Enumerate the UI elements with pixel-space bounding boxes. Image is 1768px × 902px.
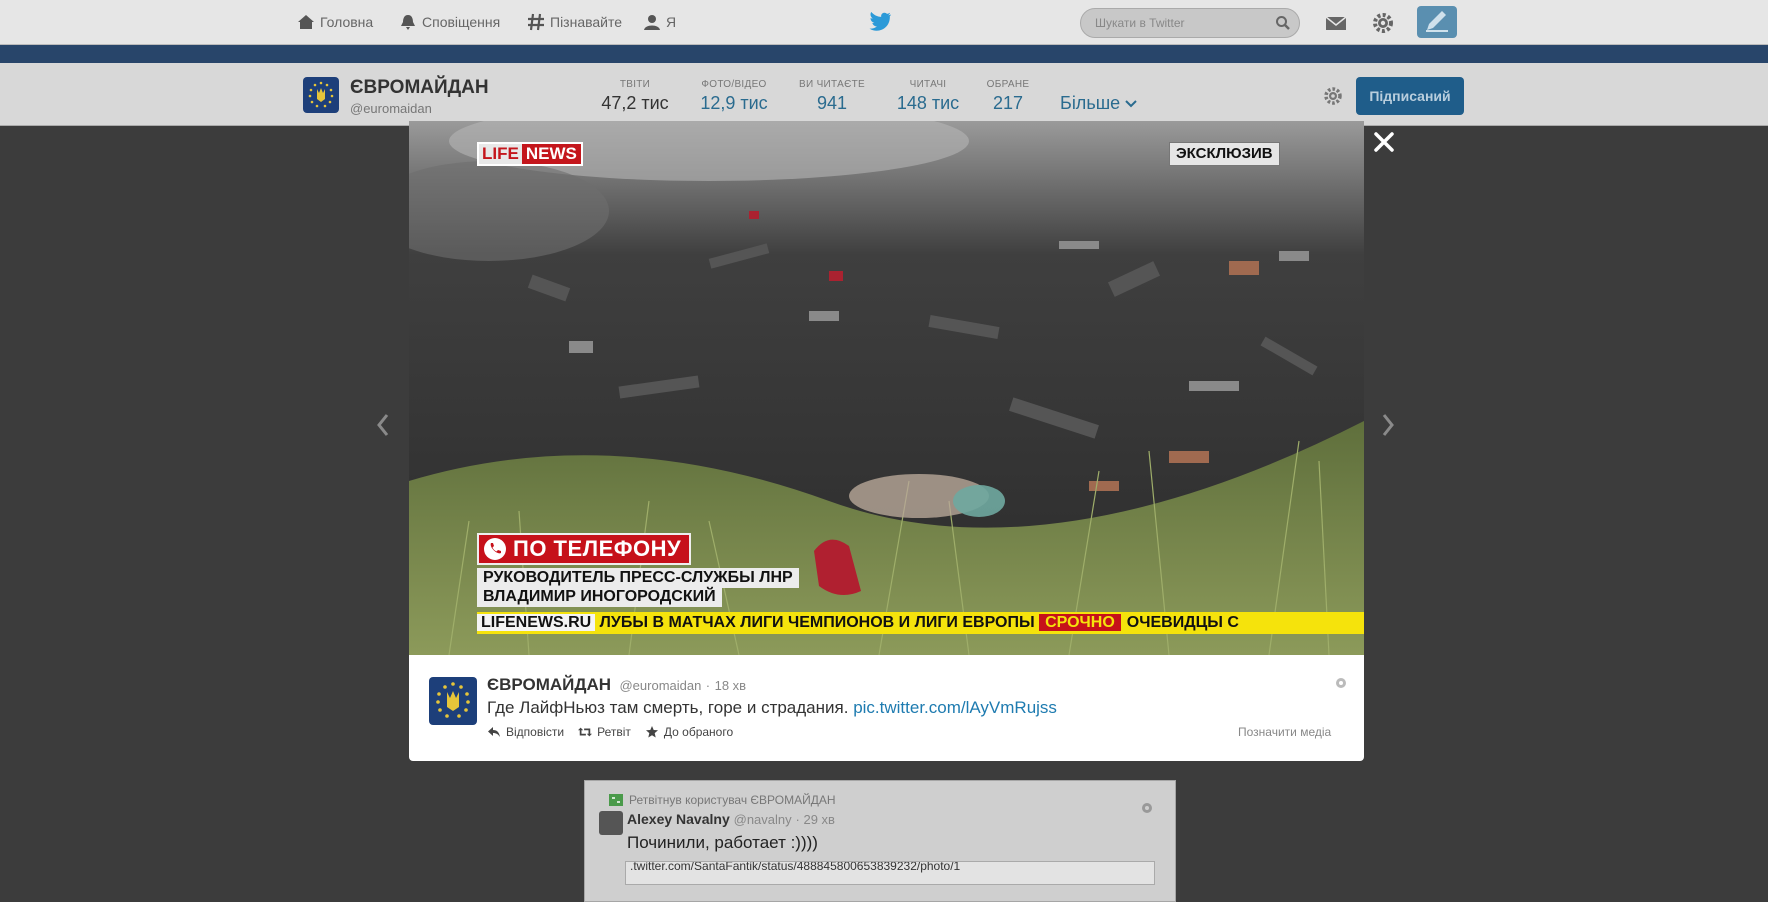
profile-gear-icon[interactable] — [1322, 85, 1344, 107]
tweet-body: Где ЛайфНьюз там смерть, горе и страдани… — [487, 698, 854, 717]
tweet-timestamp[interactable]: 18 хв — [715, 678, 746, 693]
tweet-media-link[interactable]: pic.twitter.com/lAyVmRujss — [853, 698, 1057, 717]
stat-label: Твіти — [619, 79, 651, 90]
ticker-tail: ОЧЕВИДЦЫ С — [1126, 614, 1239, 631]
previous-media-icon[interactable] — [375, 412, 391, 438]
nav-home-label: Головна — [320, 14, 374, 30]
avatar[interactable] — [599, 811, 623, 835]
by-phone-label: ПО ТЕЛЕФОНУ — [513, 536, 682, 561]
retweet-icon — [578, 727, 593, 737]
nav-notifications-label: Сповіщення — [422, 14, 501, 30]
tweet-text: Где ЛайфНьюз там смерть, горе и страдани… — [487, 698, 1057, 718]
stat-followers[interactable]: Читачі 148 тис — [893, 79, 963, 114]
direct-messages-icon[interactable] — [1323, 10, 1349, 36]
nav-me-label: Я — [666, 14, 677, 30]
top-navigation-bar: Головна Сповіщення Пізнавайте Я Шукати в… — [0, 0, 1768, 45]
stat-value: 47,2 тис — [601, 93, 669, 113]
tweet-gear-icon[interactable] — [1335, 677, 1347, 689]
nav-me[interactable]: Я — [642, 12, 676, 32]
avatar[interactable] — [429, 677, 477, 725]
stat-value: 12,9 тис — [700, 93, 768, 113]
home-icon — [298, 15, 314, 29]
nav-home[interactable]: Головна — [296, 12, 373, 32]
stat-label: Фото/відео — [701, 79, 767, 90]
stat-label: Обране — [986, 79, 1030, 90]
bg-tweet-name[interactable]: Alexey Navalny — [627, 811, 730, 827]
retweet-button[interactable]: Ретвіт — [578, 725, 631, 739]
stat-photos-videos[interactable]: Фото/відео 12,9 тис — [694, 79, 774, 114]
stat-label: Читачі — [909, 79, 947, 90]
more-dropdown[interactable]: Більше — [1060, 93, 1137, 114]
nav-notifications[interactable]: Сповіщення — [398, 12, 500, 32]
by-phone-banner: ПО ТЕЛЕФОНУ — [477, 533, 692, 565]
lifenews-logo-life: LIFE — [479, 144, 522, 164]
media-viewer-image: LIFE NEWS ЭКСКЛЮЗИВ ПО ТЕЛЕФОНУ РУКОВОДИ… — [409, 121, 1364, 655]
tweet-header: ЄВРОМАЙДАН @euromaidan · 18 хв — [487, 675, 746, 695]
stat-favorites[interactable]: Обране 217 — [978, 79, 1038, 114]
media-tweet-card: ЄВРОМАЙДАН @euromaidan · 18 хв Где ЛайфН… — [409, 655, 1364, 761]
stat-label: Ви читаєте — [799, 79, 865, 90]
nav-discover-label: Пізнавайте — [550, 14, 623, 30]
twitter-bird-icon[interactable] — [868, 12, 892, 32]
caption-line-2: ВЛАДИМИР ИНОГОРОДСКИЙ — [477, 587, 722, 607]
lifenews-logo: LIFE NEWS — [477, 142, 583, 166]
retweet-label: Ретвіт — [597, 725, 631, 739]
bg-tweet-link-preview[interactable]: .twitter.com/SantaFantik/status/48884580… — [625, 861, 1155, 885]
tweet-author-name[interactable]: ЄВРОМАЙДАН — [487, 675, 611, 694]
bg-tweet-gear-icon[interactable] — [1140, 801, 1154, 815]
user-icon — [644, 15, 660, 30]
profile-handle: @euromaidan — [350, 101, 432, 116]
bell-icon — [401, 15, 415, 30]
search-icon[interactable] — [1275, 15, 1291, 31]
profile-navigation-bar: ЄВРОМАЙДАН @euromaidan Твіти 47,2 тис Фо… — [0, 63, 1768, 126]
chevron-down-icon — [1125, 100, 1137, 108]
news-ticker: LIFENEWS.RU ЛУБЫ В МАТЧАХ ЛИГИ ЧЕМПИОНОВ… — [477, 612, 1364, 634]
exclusive-label: ЭКСКЛЮЗИВ — [1169, 142, 1280, 166]
compose-icon — [1426, 11, 1448, 32]
ticker-site: LIFENEWS.RU — [477, 614, 596, 631]
more-label: Більше — [1060, 93, 1121, 113]
stat-value: 148 тис — [896, 93, 960, 113]
retweet-icon — [609, 794, 623, 806]
star-icon — [645, 726, 658, 738]
profile-header-image — [0, 45, 1768, 63]
settings-gear-icon[interactable] — [1370, 10, 1396, 36]
ticker-urgent: СРОЧНО — [1039, 614, 1121, 631]
reply-label: Відповісти — [506, 725, 565, 739]
flag-media-link[interactable]: Позначити медіа — [1238, 725, 1331, 739]
stat-value: 217 — [992, 93, 1024, 113]
profile-name: ЄВРОМАЙДАН — [350, 77, 489, 98]
retweet-context-label: Ретвітнув користувач ЄВРОМАЙДАН — [629, 793, 836, 807]
bg-tweet-handle[interactable]: @navalny — [734, 812, 792, 827]
favorite-button[interactable]: До обраного — [645, 725, 733, 739]
bg-tweet-header: Alexey Navalny @navalny · 29 хв — [627, 811, 835, 827]
tweet-author-handle[interactable]: @euromaidan — [619, 678, 701, 693]
favorite-label: До обраного — [663, 725, 734, 739]
stat-value: 941 — [816, 93, 848, 113]
compose-tweet-button[interactable] — [1417, 6, 1457, 38]
search-placeholder: Шукати в Twitter — [1095, 16, 1185, 30]
bg-tweet-time[interactable]: · 29 хв — [796, 812, 835, 827]
stat-following[interactable]: Ви читаєте 941 — [792, 79, 872, 114]
tweet-separator: · — [705, 678, 711, 693]
hashtag-icon — [528, 13, 544, 31]
tweet-actions: Відповісти Ретвіт До обраного — [487, 725, 747, 739]
reply-icon — [488, 727, 500, 737]
caption-line-1: РУКОВОДИТЕЛЬ ПРЕСС-СЛУЖБЫ ЛНР — [477, 568, 799, 588]
profile-avatar[interactable] — [303, 77, 339, 113]
nav-discover[interactable]: Пізнавайте — [526, 12, 622, 32]
lifenews-logo-news: NEWS — [521, 144, 581, 164]
following-button[interactable]: Підписаний — [1356, 77, 1464, 115]
ticker-text: ЛУБЫ В МАТЧАХ ЛИГИ ЧЕМПИОНОВ И ЛИГИ ЕВРО… — [595, 614, 1040, 631]
bg-tweet-text: Починили, работает :)))) — [627, 833, 818, 852]
next-media-icon[interactable] — [1380, 412, 1396, 438]
background-tweet: Ретвітнув користувач ЄВРОМАЙДАН Alexey N… — [584, 780, 1176, 902]
stat-tweets[interactable]: Твіти 47,2 тис — [600, 79, 670, 114]
phone-icon — [484, 538, 506, 560]
search-input[interactable]: Шукати в Twitter — [1080, 8, 1300, 38]
retweet-context: Ретвітнув користувач ЄВРОМАЙДАН — [609, 793, 836, 807]
reply-button[interactable]: Відповісти — [487, 725, 564, 739]
close-icon[interactable] — [1371, 129, 1397, 155]
